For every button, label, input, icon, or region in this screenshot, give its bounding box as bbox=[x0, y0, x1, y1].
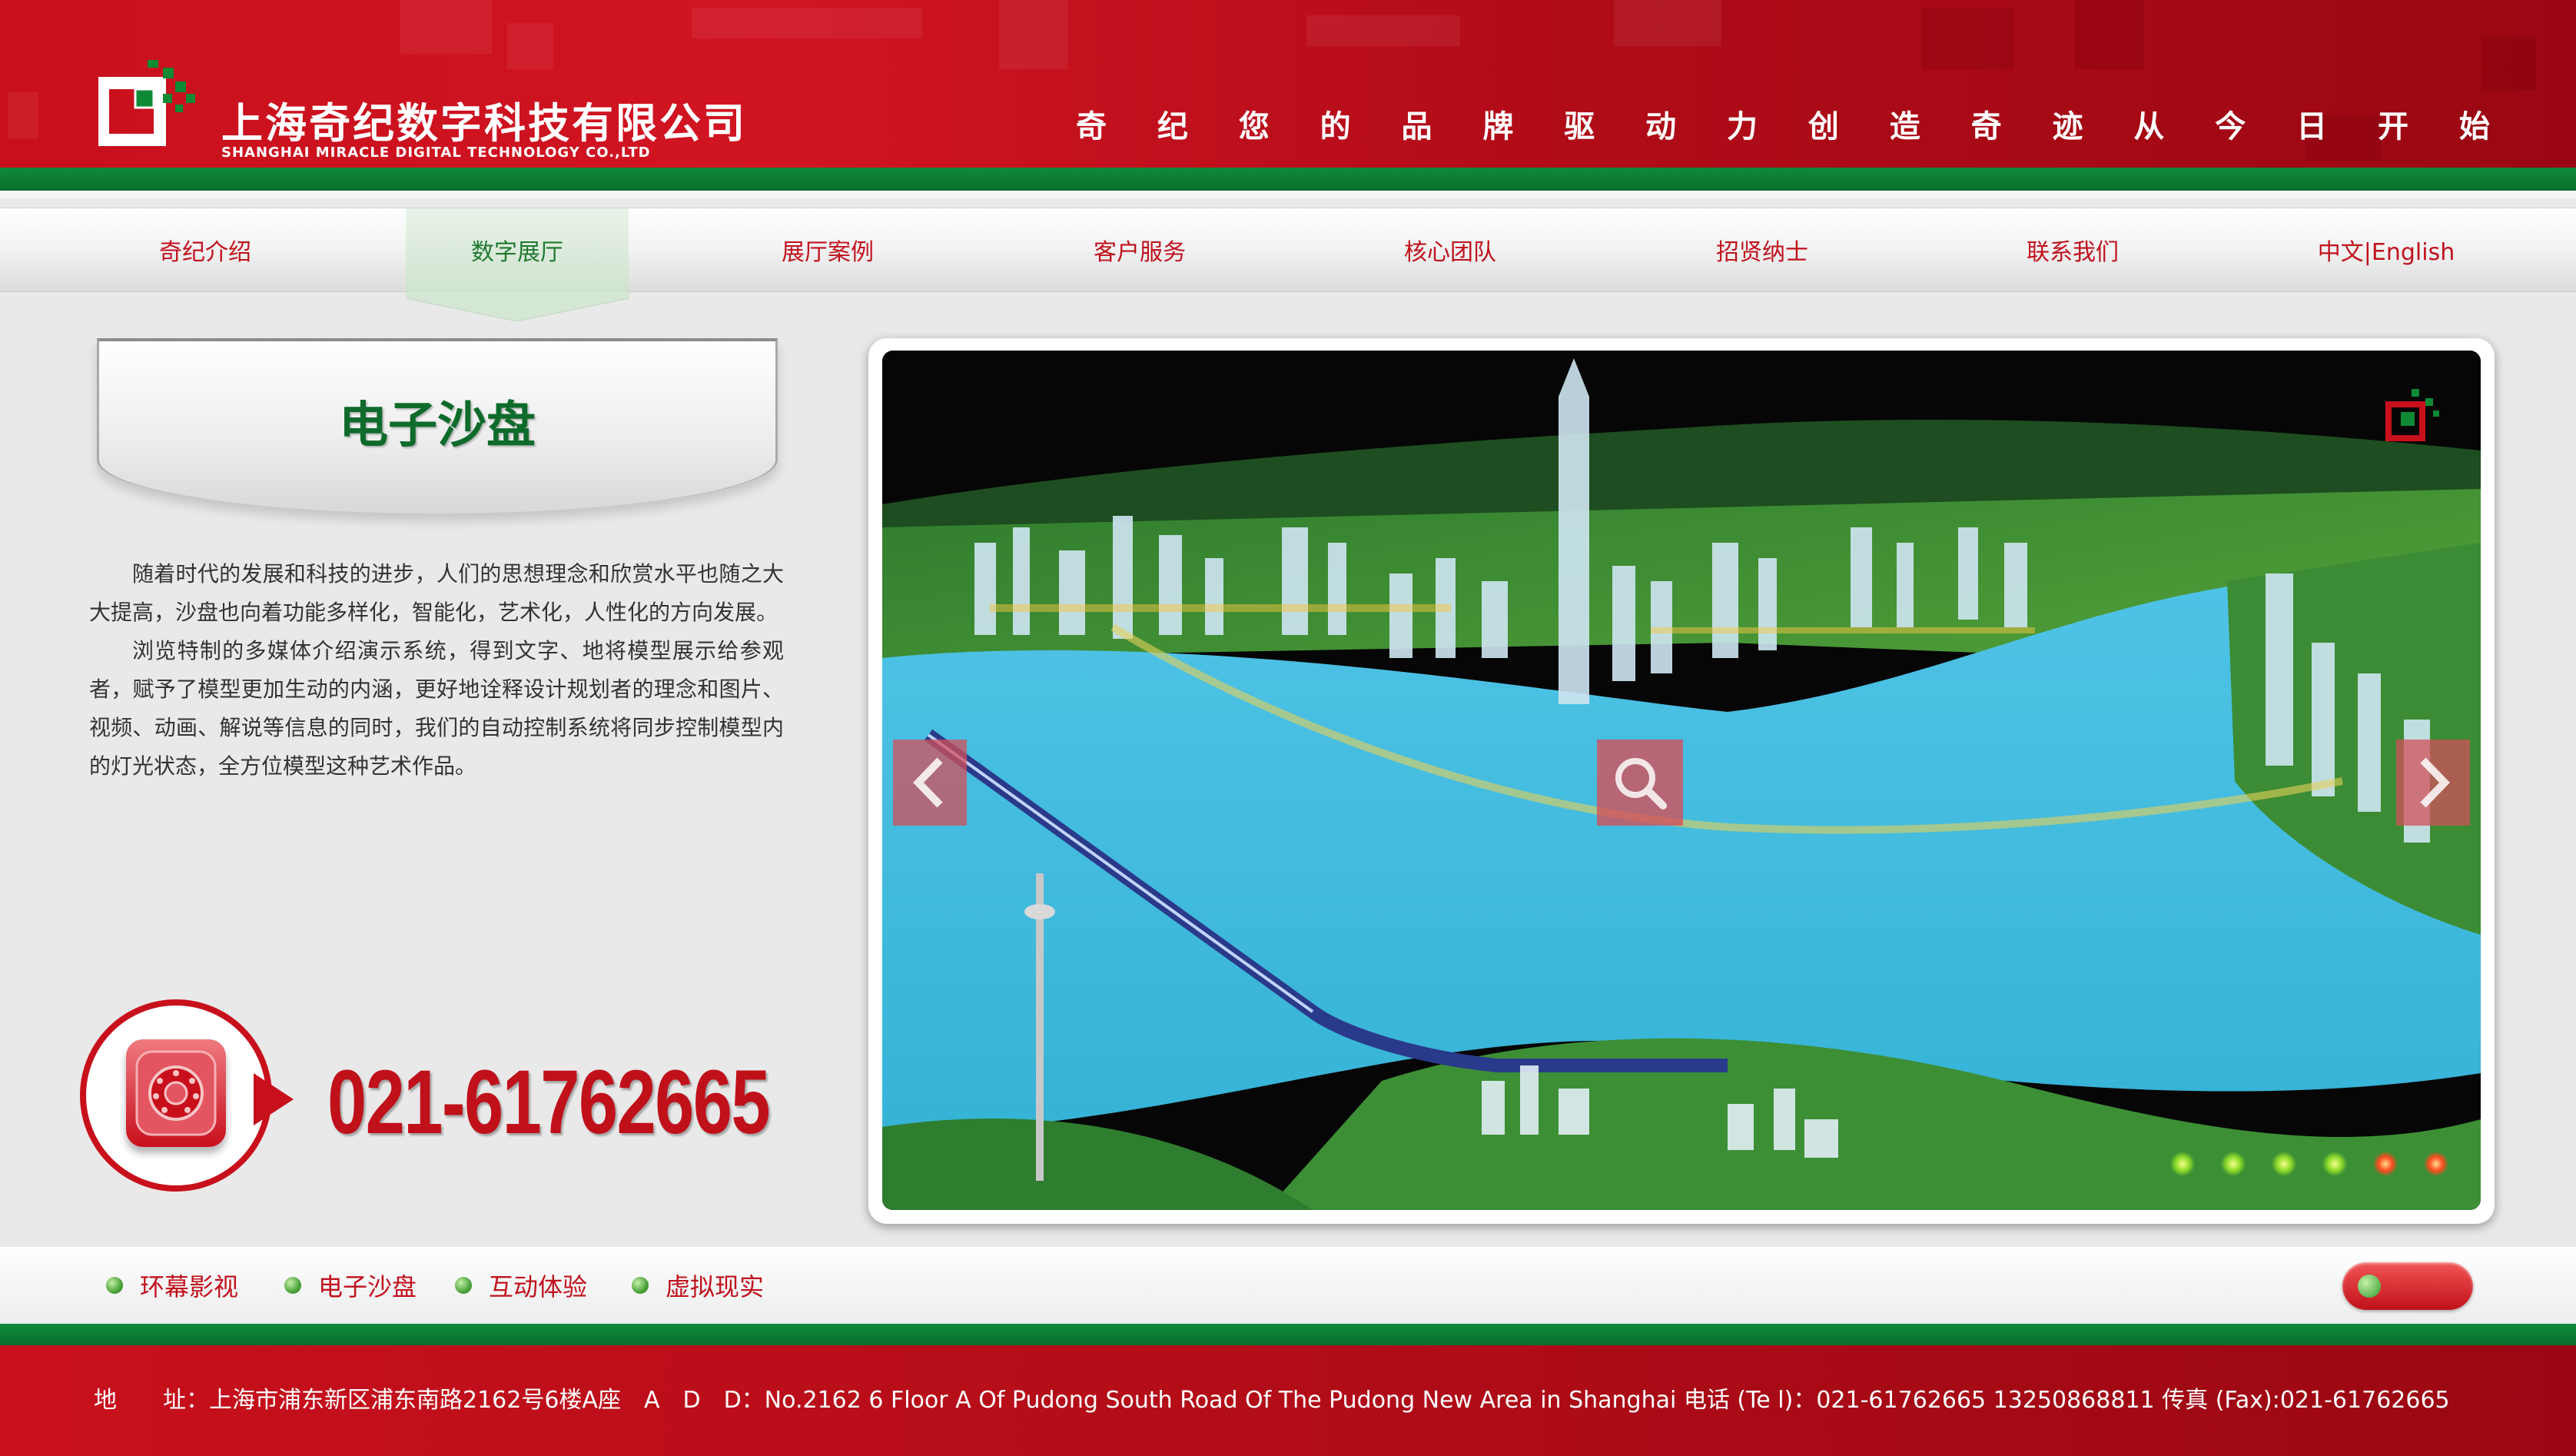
slogan-char: 今 bbox=[2215, 108, 2246, 145]
slide-indicators bbox=[2170, 1152, 2448, 1176]
slideshow bbox=[868, 338, 2495, 1224]
nav-active-indicator bbox=[406, 291, 629, 321]
company-logo[interactable]: 上海奇纪数字科技有限公司 SHANGHAI MIRACLE DIGITAL TE… bbox=[98, 14, 745, 161]
intro-text: 随着时代的发展和科技的进步，人们的思想理念和欣赏水平也随之大大提高，沙盘也向着功… bbox=[89, 555, 784, 786]
nav-item-cases[interactable]: 展厅案例 bbox=[716, 208, 939, 291]
phone-number: 021-61762665 bbox=[327, 1052, 771, 1153]
sub-nav: 环幕影视 电子沙盘 互动体验 虚拟现实 bbox=[0, 1247, 2576, 1324]
next-slide-button[interactable] bbox=[2396, 740, 2470, 826]
phone-contact[interactable]: 021-61762665 bbox=[80, 999, 787, 1199]
toggle-knob bbox=[2358, 1275, 2381, 1298]
slide-dot[interactable] bbox=[2373, 1152, 2398, 1176]
sub-nav-label: 电子沙盘 bbox=[318, 1272, 417, 1301]
slide-dot[interactable] bbox=[2221, 1152, 2246, 1176]
main-nav: 奇纪介绍 数字展厅 展厅案例 客户服务 核心团队 招贤纳士 联系我们 中文|En… bbox=[0, 208, 2576, 292]
nav-item-team[interactable]: 核心团队 bbox=[1339, 208, 1562, 291]
prev-slide-button[interactable] bbox=[893, 740, 967, 826]
phone-badge-pointer bbox=[254, 1073, 294, 1125]
slogan-char: 开 bbox=[2378, 108, 2408, 145]
header-divider bbox=[0, 168, 2576, 191]
slogan-char: 驱 bbox=[1564, 108, 1595, 145]
header-banner: 上海奇纪数字科技有限公司 SHANGHAI MIRACLE DIGITAL TE… bbox=[0, 0, 2576, 168]
slogan-char: 始 bbox=[2458, 108, 2490, 145]
chevron-right-icon bbox=[2420, 757, 2450, 808]
slogan-char: 奇 bbox=[1076, 108, 1107, 145]
sub-nav-label: 环幕影视 bbox=[140, 1272, 239, 1301]
company-name-en: SHANGHAI MIRACLE DIGITAL TECHNOLOGY CO.,… bbox=[221, 145, 651, 161]
bullet-icon bbox=[284, 1277, 301, 1294]
section-title-box: 电子沙盘 bbox=[97, 338, 778, 514]
logo-mark-icon bbox=[98, 60, 195, 146]
sub-nav-label: 互动体验 bbox=[489, 1272, 588, 1301]
slide-dot[interactable] bbox=[2424, 1152, 2448, 1176]
nav-item-careers[interactable]: 招贤纳士 bbox=[1651, 208, 1874, 291]
sub-nav-item-sand-table[interactable]: 电子沙盘 bbox=[284, 1270, 417, 1301]
bullet-icon bbox=[632, 1277, 649, 1294]
sub-nav-item-dome-film[interactable]: 环幕影视 bbox=[106, 1270, 238, 1301]
nav-item-service[interactable]: 客户服务 bbox=[1028, 208, 1251, 291]
slogan-char: 力 bbox=[1727, 108, 1758, 145]
slogan-char: 品 bbox=[1401, 108, 1432, 145]
section-title: 电子沙盘 bbox=[339, 397, 536, 454]
slogan-char: 您 bbox=[1238, 108, 1270, 145]
zoom-button[interactable] bbox=[1597, 740, 1683, 826]
footer-divider bbox=[0, 1324, 2576, 1345]
nav-item-language[interactable]: 中文|English bbox=[2275, 208, 2498, 291]
slide-dot[interactable] bbox=[2322, 1152, 2347, 1176]
toggle-switch[interactable] bbox=[2342, 1262, 2473, 1310]
company-name-cn: 上海奇纪数字科技有限公司 bbox=[221, 99, 747, 148]
nav-item-about[interactable]: 奇纪介绍 bbox=[94, 208, 317, 291]
slogan-char: 动 bbox=[1645, 108, 1677, 145]
nav-item-contact[interactable]: 联系我们 bbox=[1961, 208, 2184, 291]
slogan-char: 日 bbox=[2296, 108, 2328, 145]
slide-dot[interactable] bbox=[2170, 1152, 2195, 1176]
sub-nav-item-vr[interactable]: 虚拟现实 bbox=[632, 1270, 764, 1301]
bullet-icon bbox=[106, 1277, 123, 1294]
slogan-char: 的 bbox=[1320, 108, 1351, 145]
slogan-char: 迹 bbox=[2052, 108, 2083, 145]
slogan: 奇 纪 您 的 品 牌 驱 动 力 创 造 奇 迹 从 今 日 开 始 bbox=[1076, 101, 2490, 146]
sub-nav-label: 虚拟现实 bbox=[666, 1272, 765, 1301]
magnifier-icon bbox=[1615, 758, 1667, 809]
telephone-icon bbox=[126, 1039, 226, 1147]
bullet-icon bbox=[455, 1277, 472, 1294]
slogan-char: 牌 bbox=[1482, 108, 1514, 145]
footer: 地 址：上海市浦东新区浦东南路2162号6楼A座 A D D：No.2162 6… bbox=[0, 1345, 2576, 1456]
slide-image-sand-table[interactable] bbox=[882, 351, 2481, 1210]
slogan-char: 从 bbox=[2133, 108, 2165, 145]
slogan-char: 造 bbox=[1889, 108, 1920, 145]
slogan-char: 奇 bbox=[1970, 108, 2002, 145]
header-divider-light bbox=[0, 191, 2576, 198]
chevron-left-icon bbox=[913, 757, 943, 808]
slide-dot[interactable] bbox=[2272, 1152, 2296, 1176]
intro-paragraph: 随着时代的发展和科技的进步，人们的思想理念和欣赏水平也随之大大提高，沙盘也向着功… bbox=[89, 561, 784, 625]
sub-nav-item-interactive[interactable]: 互动体验 bbox=[455, 1270, 587, 1301]
slogan-char: 创 bbox=[1808, 108, 1839, 145]
slogan-char: 纪 bbox=[1157, 108, 1188, 145]
footer-contact-text: 地 址：上海市浦东新区浦东南路2162号6楼A座 A D D：No.2162 6… bbox=[94, 1387, 2450, 1414]
intro-paragraph: 浏览特制的多媒体介绍演示系统，得到文字、地将模型展示给参观者，赋予了模型更加生动… bbox=[89, 638, 784, 779]
nav-item-digital-hall[interactable]: 数字展厅 bbox=[406, 208, 629, 291]
